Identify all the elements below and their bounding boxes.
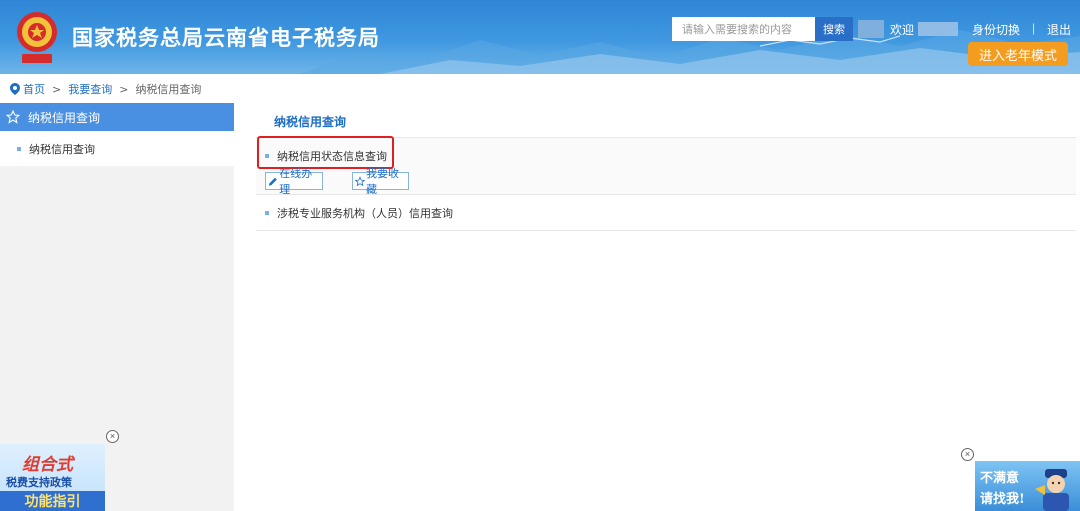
banner-line2: 税费支持政策 [6, 476, 72, 489]
close-right-banner-icon[interactable]: × [961, 448, 974, 461]
logout-link[interactable]: 退出 [1047, 21, 1071, 38]
sidebar-title: 纳税信用查询 [28, 110, 101, 125]
list-item-agency-credit[interactable]: 涉税专业服务机构（人员）信用查询 [265, 205, 453, 221]
sidebar-item-credit-query[interactable]: 纳税信用查询 [0, 131, 234, 166]
identity-switch-link[interactable]: 身份切换 [972, 21, 1020, 38]
add-favorite-label: 我要收藏 [366, 167, 399, 196]
redacted-block [858, 20, 884, 38]
search-input[interactable] [672, 17, 815, 41]
top-header: 国家税务总局云南省电子税务局 搜索 欢迎 身份切换 | 退出 进入老年模式 [0, 0, 1080, 74]
user-greeting: 欢迎 [858, 20, 959, 38]
divider [256, 194, 1076, 195]
pencil-icon [268, 177, 277, 186]
star-outline-icon [6, 110, 20, 124]
bullet-icon [265, 211, 269, 215]
police-mascot-icon [1035, 469, 1069, 511]
close-left-banner-icon[interactable]: × [106, 430, 119, 443]
star-icon [355, 175, 365, 186]
redacted-username [918, 22, 959, 36]
add-favorite-button[interactable]: 我要收藏 [352, 167, 409, 196]
feedback-line1: 不满意 [980, 471, 1020, 486]
breadcrumb-separator: > [52, 82, 62, 96]
location-pin-icon [10, 83, 20, 95]
bullet-icon [17, 146, 21, 151]
online-handle-label: 在线办理 [279, 167, 313, 196]
policy-guide-banner[interactable]: 组合式 税费支持政策 功能指引 [0, 444, 105, 511]
elder-mode-button[interactable]: 进入老年模式 [968, 42, 1068, 66]
breadcrumb-current: 纳税信用查询 [135, 83, 202, 96]
banner-line1: 组合式 [22, 455, 73, 475]
welcome-text: 欢迎 [890, 22, 915, 37]
breadcrumb-separator: > [119, 82, 129, 96]
breadcrumb: 首页 > 我要查询 > 纳税信用查询 [10, 81, 201, 97]
online-handle-button[interactable]: 在线办理 [265, 167, 323, 196]
search-button[interactable]: 搜索 [815, 17, 853, 41]
header-separator: | [1032, 21, 1036, 35]
tax-emblem-logo [17, 12, 57, 63]
breadcrumb-home[interactable]: 首页 [23, 81, 45, 97]
sidebar-item-label: 纳税信用查询 [29, 142, 95, 156]
site-title: 国家税务总局云南省电子税务局 [72, 26, 380, 50]
feedback-line2: 请找我! [980, 492, 1025, 507]
list-item-label: 涉税专业服务机构（人员）信用查询 [277, 207, 453, 220]
sidebar-header[interactable]: 纳税信用查询 [0, 103, 234, 131]
divider [256, 230, 1076, 231]
banner-line3: 功能指引 [0, 491, 105, 511]
section-title: 纳税信用查询 [274, 115, 347, 129]
feedback-banner[interactable]: 不满意 请找我! [975, 461, 1080, 511]
breadcrumb-query[interactable]: 我要查询 [68, 81, 112, 97]
